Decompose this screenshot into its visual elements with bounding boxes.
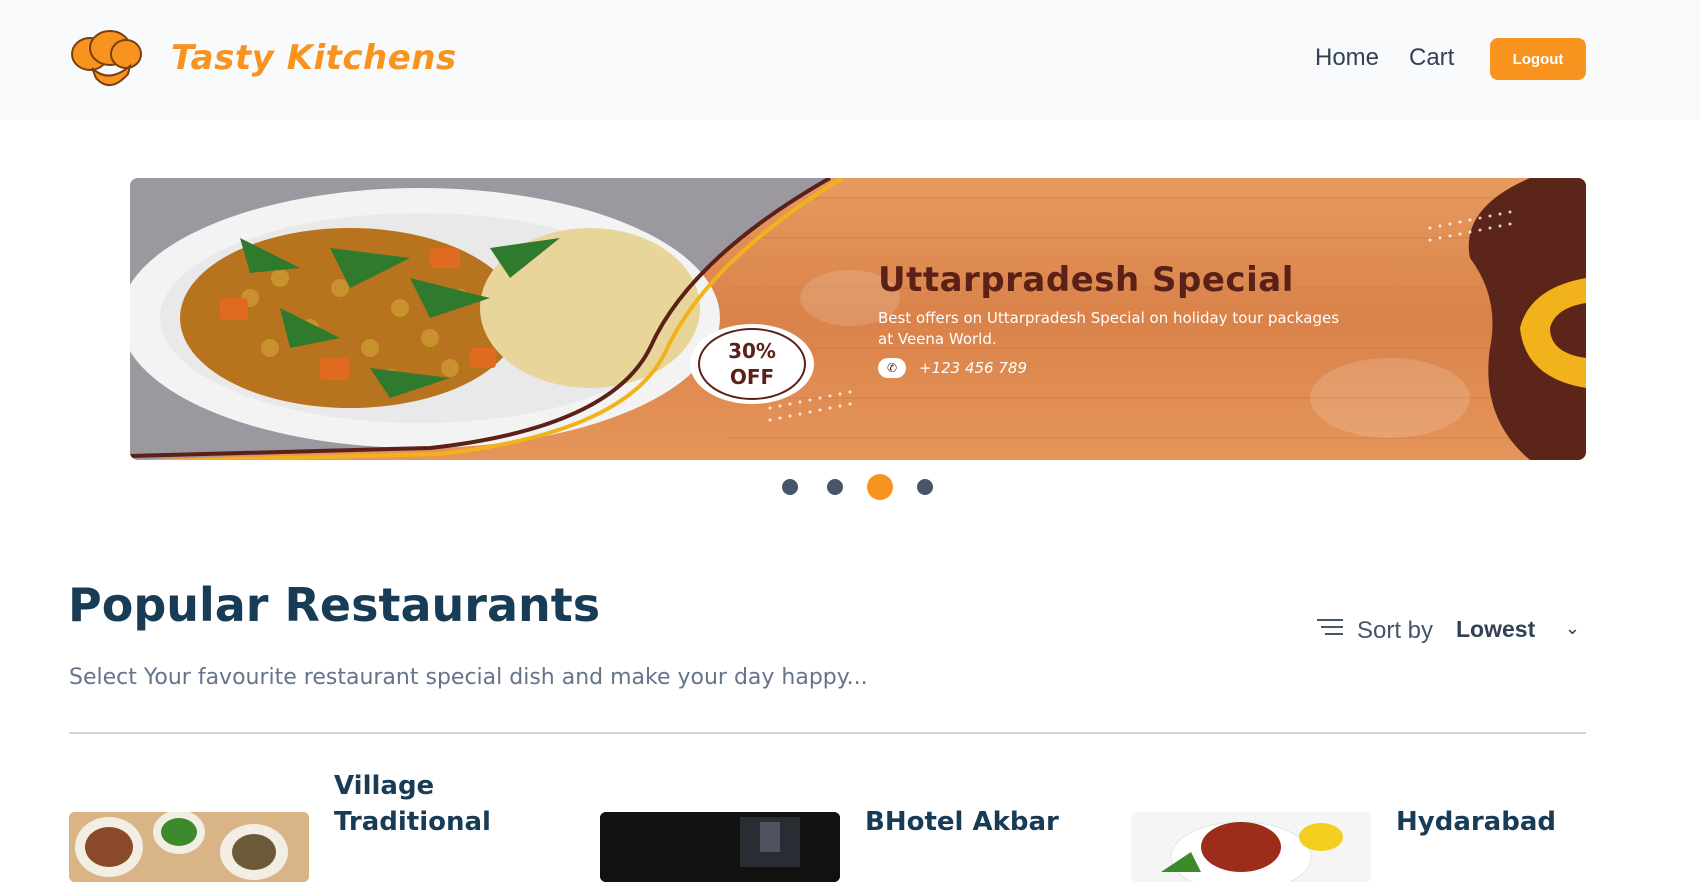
whatsapp-icon: ✆	[878, 358, 906, 378]
section-divider	[69, 732, 1586, 734]
restaurant-name: Village Traditional	[334, 771, 491, 837]
carousel-dot-2[interactable]	[827, 479, 843, 495]
restaurant-image	[69, 812, 309, 882]
banner-artwork	[130, 178, 1586, 460]
nav-home-link[interactable]: Home	[1315, 44, 1379, 72]
badge-off: OFF	[729, 365, 775, 389]
restaurant-name: Hydarabad	[1396, 807, 1556, 837]
section-title: Popular Restaurants	[68, 578, 601, 632]
brand-name[interactable]: Tasty Kitchens	[171, 38, 457, 78]
sort-lines-icon	[1317, 619, 1343, 635]
chevron-down-icon: ⌄	[1564, 618, 1580, 639]
header: Tasty Kitchens Home Cart Logout	[0, 0, 1700, 120]
sort-label: Sort by	[1357, 617, 1434, 644]
carousel-dot-1[interactable]	[782, 479, 798, 495]
banner-phone: +123 456 789	[919, 359, 1027, 377]
badge-percent: 30%	[728, 339, 776, 363]
restaurant-image	[1131, 812, 1371, 882]
offer-banner[interactable]: 30% OFF Uttarpradesh Special Best offers…	[130, 178, 1586, 460]
restaurant-name: BHotel Akbar	[865, 807, 1059, 837]
section-subtitle: Select Your favourite restaurant special…	[69, 665, 868, 690]
banner-title: Uttarpradesh Special	[878, 260, 1294, 300]
banner-description: Best offers on Uttarpradesh Special on h…	[878, 309, 1340, 348]
restaurant-image	[600, 812, 840, 882]
sort-value: Lowest	[1456, 616, 1536, 642]
nav-cart-link[interactable]: Cart	[1409, 44, 1454, 72]
carousel-dot-4[interactable]	[917, 479, 933, 495]
sort-select[interactable]: Lowest ⌄	[1456, 612, 1586, 646]
carousel-dot-3[interactable]	[867, 474, 893, 500]
chef-hat-icon[interactable]	[68, 28, 144, 90]
logout-button[interactable]: Logout	[1490, 38, 1586, 80]
discount-badge: 30% OFF	[690, 324, 814, 404]
